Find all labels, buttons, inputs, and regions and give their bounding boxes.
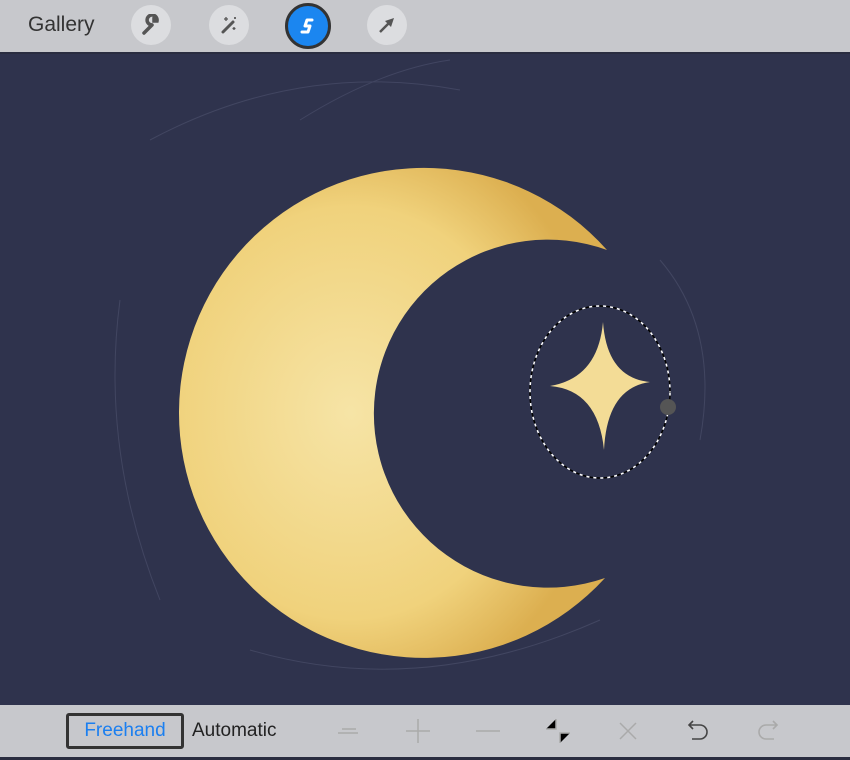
- actions-button[interactable]: [131, 5, 171, 45]
- transform-button[interactable]: [367, 5, 407, 45]
- selection-button[interactable]: [285, 3, 331, 49]
- add-icon[interactable]: [404, 717, 432, 745]
- selection-toolbar: Freehand Automatic: [0, 705, 850, 760]
- top-toolbar: Gallery: [0, 0, 850, 54]
- drawing-canvas[interactable]: [0, 54, 850, 704]
- freehand-mode-button[interactable]: Freehand: [66, 713, 184, 749]
- gallery-button[interactable]: Gallery: [28, 13, 95, 37]
- undo-icon[interactable]: [684, 717, 712, 745]
- arrow-cursor-icon: [379, 18, 394, 33]
- clear-icon[interactable]: [614, 717, 642, 745]
- feather-icon[interactable]: [334, 717, 362, 745]
- wrench-icon: [142, 14, 159, 35]
- adjustments-button[interactable]: [209, 5, 249, 45]
- subtract-icon[interactable]: [474, 717, 502, 745]
- selection-close-handle[interactable]: [660, 399, 676, 415]
- selection-s-icon: [300, 18, 314, 34]
- magic-wand-icon: [221, 17, 236, 34]
- invert-icon[interactable]: [544, 717, 572, 745]
- automatic-mode-button[interactable]: Automatic: [180, 713, 288, 749]
- redo-icon[interactable]: [754, 717, 782, 745]
